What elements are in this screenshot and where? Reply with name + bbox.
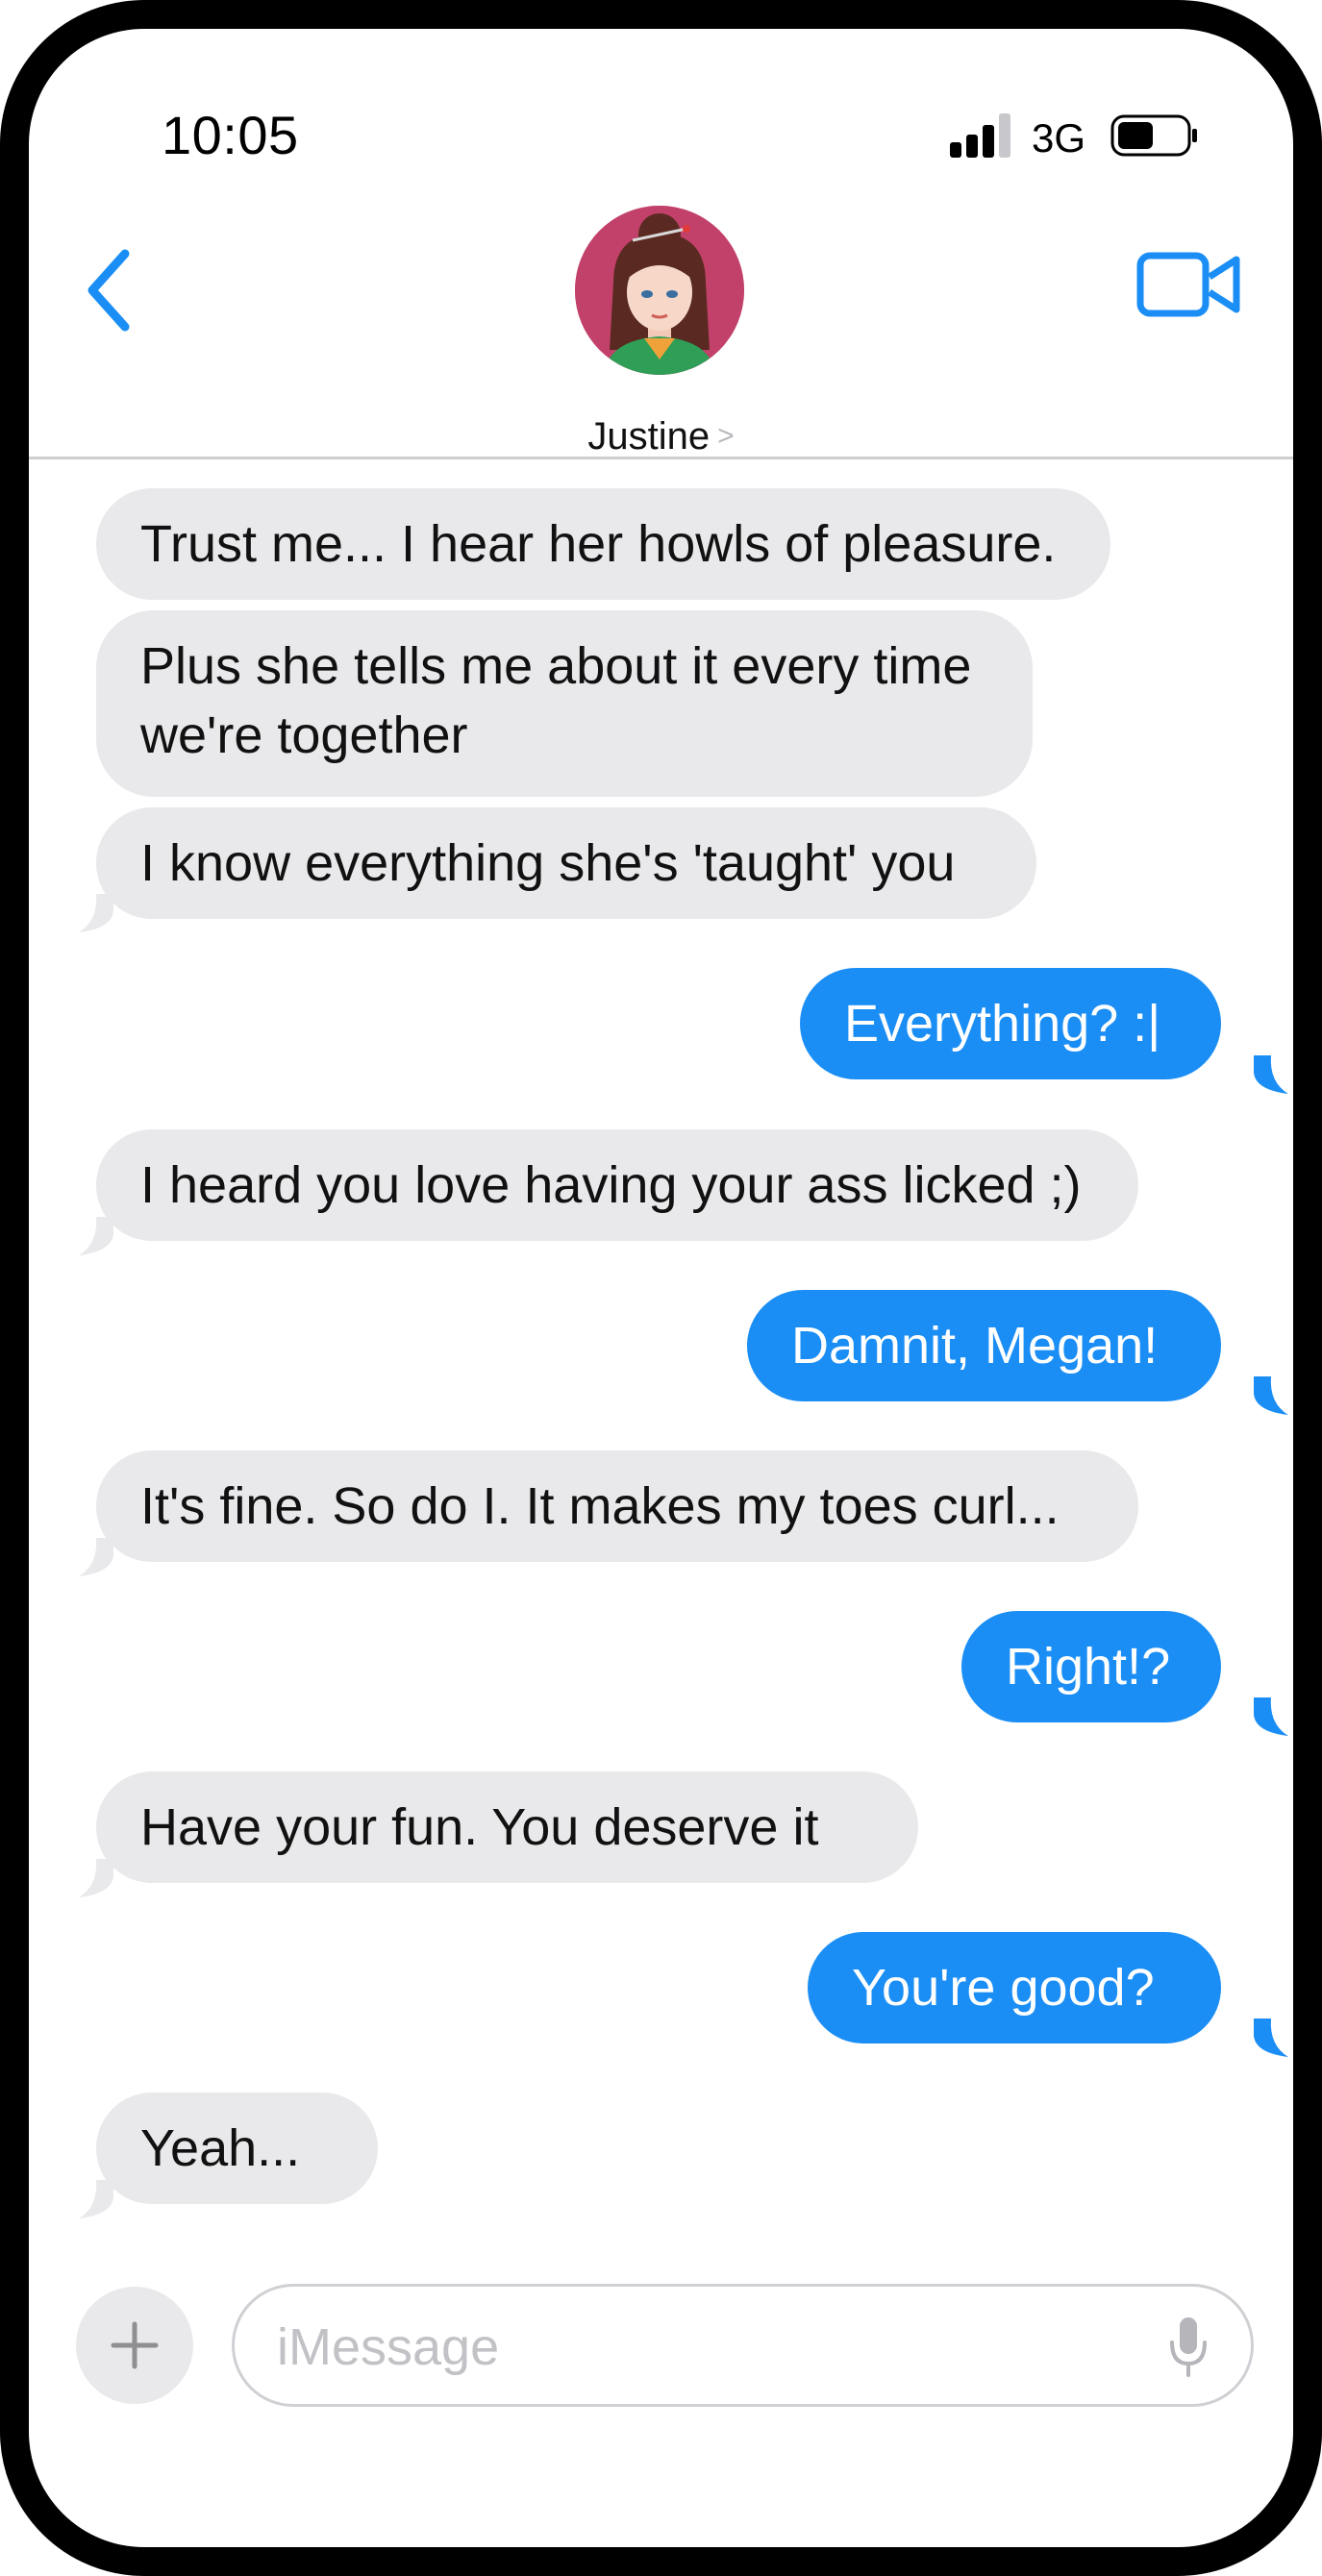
message-text: I heard you love having your ass licked … xyxy=(140,1156,1082,1214)
message-bubble-incoming: I heard you love having your ass licked … xyxy=(96,1129,1138,1241)
message-bubble-outgoing: Everything? :| xyxy=(800,968,1221,1079)
message-text: I know everything she's 'taught' you xyxy=(140,834,956,892)
chevron-right-icon: > xyxy=(717,420,735,452)
contact-name-label: Justine xyxy=(587,415,711,458)
signal-bars-icon xyxy=(950,113,1010,158)
message-input-container[interactable] xyxy=(232,2284,1254,2407)
avatar-illustration xyxy=(575,206,744,375)
status-bar: 10:05 3G xyxy=(29,29,1293,221)
contact-name[interactable]: Justine > xyxy=(29,415,1293,458)
battery-icon xyxy=(1110,114,1197,157)
bubble-tail-outgoing xyxy=(1254,1697,1288,1736)
phone-frame: 10:05 3G Justine > Trust me... I hear he… xyxy=(0,0,1322,2576)
message-bubble-incoming: Trust me... I hear her howls of pleasure… xyxy=(96,488,1110,600)
microphone-icon[interactable] xyxy=(1166,2316,1210,2379)
message-text: Trust me... I hear her howls of pleasure… xyxy=(140,515,1057,573)
message-bubble-incoming: It's fine. So do I. It makes my toes cur… xyxy=(96,1450,1138,1562)
message-text: Plus she tells me about it every time we… xyxy=(140,637,972,764)
chevron-left-icon[interactable] xyxy=(75,242,142,338)
bubble-tail-incoming xyxy=(79,1217,113,1255)
message-text: Everything? :| xyxy=(844,995,1161,1053)
message-text: It's fine. So do I. It makes my toes cur… xyxy=(140,1477,1060,1535)
message-input[interactable] xyxy=(275,2312,1096,2383)
message-bubble-incoming: Have your fun. You deserve it xyxy=(96,1771,918,1883)
bubble-tail-outgoing xyxy=(1254,1055,1288,1094)
message-bubble-outgoing: You're good? xyxy=(808,1932,1221,2043)
plus-icon xyxy=(111,2321,159,2369)
bubble-tail-incoming xyxy=(79,1538,113,1576)
message-bubble-incoming: Plus she tells me about it every time we… xyxy=(96,610,1033,797)
bubble-tail-outgoing xyxy=(1254,1376,1288,1415)
message-bubble-outgoing: Damnit, Megan! xyxy=(747,1290,1221,1401)
header-divider xyxy=(29,457,1293,459)
message-text: Have your fun. You deserve it xyxy=(140,1798,819,1856)
bubble-tail-incoming xyxy=(79,1859,113,1897)
bubble-tail-outgoing xyxy=(1254,2019,1288,2057)
message-bubble-outgoing: Right!? xyxy=(961,1611,1221,1722)
message-bubble-incoming: Yeah... xyxy=(96,2093,378,2204)
bubble-tail-incoming xyxy=(79,2180,113,2218)
message-text: Yeah... xyxy=(140,2119,301,2177)
bubble-tail-incoming xyxy=(79,894,113,932)
network-label: 3G xyxy=(1032,115,1086,161)
message-text: You're good? xyxy=(852,1959,1155,2017)
video-camera-icon[interactable] xyxy=(1136,246,1242,323)
message-text: Right!? xyxy=(1006,1638,1171,1696)
status-time: 10:05 xyxy=(162,105,299,165)
message-text: Damnit, Megan! xyxy=(791,1317,1159,1375)
add-attachment-button[interactable] xyxy=(76,2287,193,2404)
message-bubble-incoming: I know everything she's 'taught' you xyxy=(96,807,1036,919)
avatar[interactable] xyxy=(575,206,744,375)
